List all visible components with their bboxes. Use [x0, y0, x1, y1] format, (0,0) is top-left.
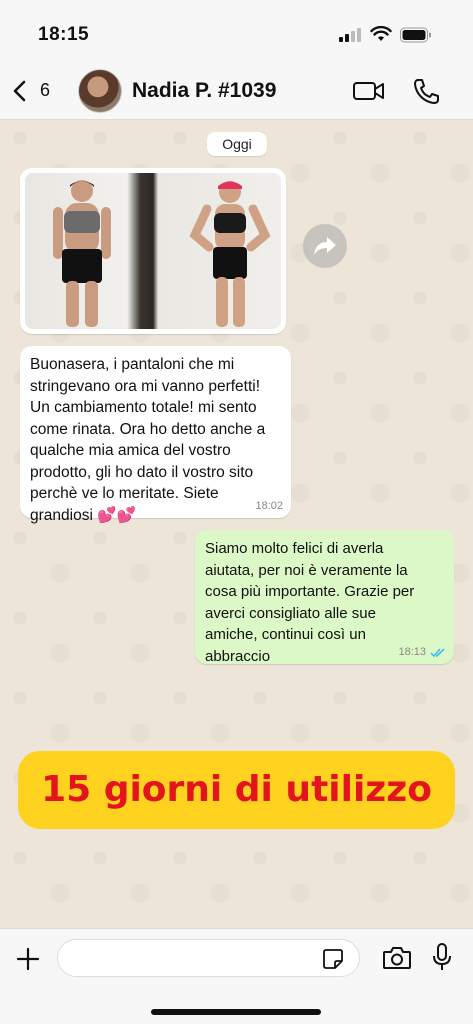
camera-icon[interactable]: [382, 945, 412, 971]
message-input-bar: [0, 928, 473, 1024]
unread-count[interactable]: 6: [40, 80, 50, 101]
video-icon[interactable]: [352, 78, 386, 104]
promo-banner: 15 giorni di utilizzo: [18, 751, 455, 829]
sticker-icon[interactable]: [322, 948, 344, 970]
wifi-icon: [370, 26, 392, 41]
message-input[interactable]: [57, 939, 360, 977]
microphone-icon[interactable]: [432, 942, 452, 972]
forward-icon: [314, 237, 336, 255]
message-text: Buonasera, i pantaloni che mi stringevan…: [30, 356, 266, 524]
contact-name[interactable]: Nadia P. #1039: [132, 79, 276, 103]
outgoing-message[interactable]: Siamo molto felici di averla aiutata, pe…: [195, 530, 454, 665]
message-time: 18:02: [255, 500, 283, 512]
signal-icon: [339, 28, 363, 42]
home-indicator: [151, 1009, 321, 1015]
status-bar: 18:15: [0, 0, 473, 62]
plus-icon[interactable]: [16, 947, 40, 971]
chat-header: 6 Nadia P. #1039: [0, 62, 473, 120]
after-figure: [189, 181, 271, 327]
status-time: 18:15: [38, 24, 90, 45]
avatar[interactable]: [78, 69, 122, 113]
date-separator: Oggi: [207, 132, 267, 156]
before-figure: [53, 180, 111, 327]
read-ticks-icon: [430, 648, 445, 658]
photo-message[interactable]: [20, 168, 286, 334]
forward-button[interactable]: [303, 224, 347, 268]
incoming-message[interactable]: Buonasera, i pantaloni che mi stringevan…: [20, 346, 291, 524]
battery-icon: [400, 27, 431, 43]
message-time: 18:13: [398, 646, 426, 658]
phone-icon[interactable]: [412, 76, 440, 106]
chevron-left-icon[interactable]: [10, 76, 30, 106]
before-after-photo[interactable]: [25, 173, 281, 329]
